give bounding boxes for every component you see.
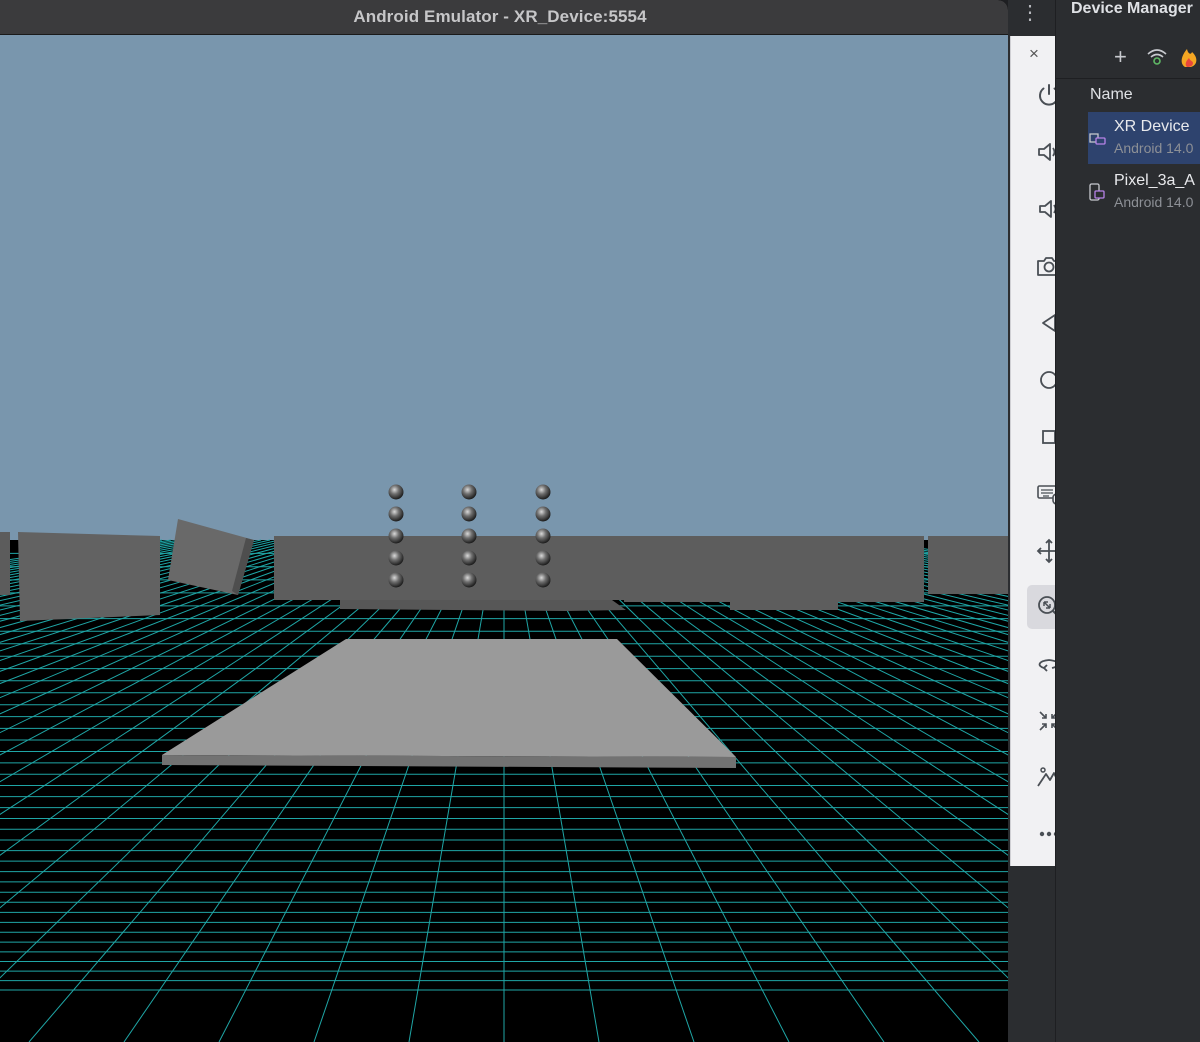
sphere: [388, 528, 404, 544]
wall-block-far-right: [928, 536, 1008, 594]
device-manager-title: Device Manager: [1071, 0, 1193, 17]
emulator-window: Android Emulator - XR_Device:5554: [0, 0, 1008, 1042]
wifi-pairing-icon[interactable]: [1146, 46, 1168, 68]
device-name: Pixel_3a_A: [1114, 172, 1195, 189]
sphere: [535, 506, 551, 522]
sphere: [461, 484, 477, 500]
sphere: [535, 528, 551, 544]
device-manager-panel: Device Manager + Name XR Device Android …: [1055, 0, 1200, 1042]
xr-scene-viewport[interactable]: [0, 35, 1008, 1042]
window-title: Android Emulator - XR_Device:5554: [353, 7, 647, 26]
sphere: [388, 550, 404, 566]
device-row-xr-device[interactable]: XR Device Android 14.0: [1088, 112, 1200, 164]
sphere: [535, 550, 551, 566]
sky: [0, 35, 1008, 545]
phone-device-icon: [1089, 183, 1105, 201]
emulator-titlebar[interactable]: Android Emulator - XR_Device:5554: [0, 0, 1008, 35]
firebase-icon[interactable]: [1179, 45, 1200, 69]
sphere: [388, 572, 404, 588]
sphere: [461, 528, 477, 544]
sphere: [461, 506, 477, 522]
sphere: [388, 484, 404, 500]
sphere: [461, 572, 477, 588]
sphere: [535, 484, 551, 500]
wall-block-left: [0, 532, 10, 595]
xr-device-icon: [1089, 133, 1106, 145]
device-api-level: Android 14.0: [1114, 194, 1194, 210]
wall-block-center: [274, 536, 624, 600]
wall-block-left-2: [18, 532, 160, 621]
column-header-name[interactable]: Name: [1090, 86, 1133, 104]
device-manager-toolbar: +: [1056, 38, 1200, 79]
device-name: XR Device: [1114, 118, 1190, 135]
sphere: [388, 506, 404, 522]
close-icon[interactable]: ×: [1023, 43, 1045, 65]
kebab-menu-icon[interactable]: ⋮: [1020, 0, 1040, 28]
device-row-pixel-3a[interactable]: Pixel_3a_A Android 14.0: [1088, 166, 1200, 218]
sphere: [461, 550, 477, 566]
add-icon[interactable]: +: [1114, 46, 1127, 68]
wall-block-center-low: [340, 600, 626, 611]
sphere: [535, 572, 551, 588]
device-api-level: Android 14.0: [1114, 140, 1194, 156]
wall-block-right: [624, 536, 924, 610]
